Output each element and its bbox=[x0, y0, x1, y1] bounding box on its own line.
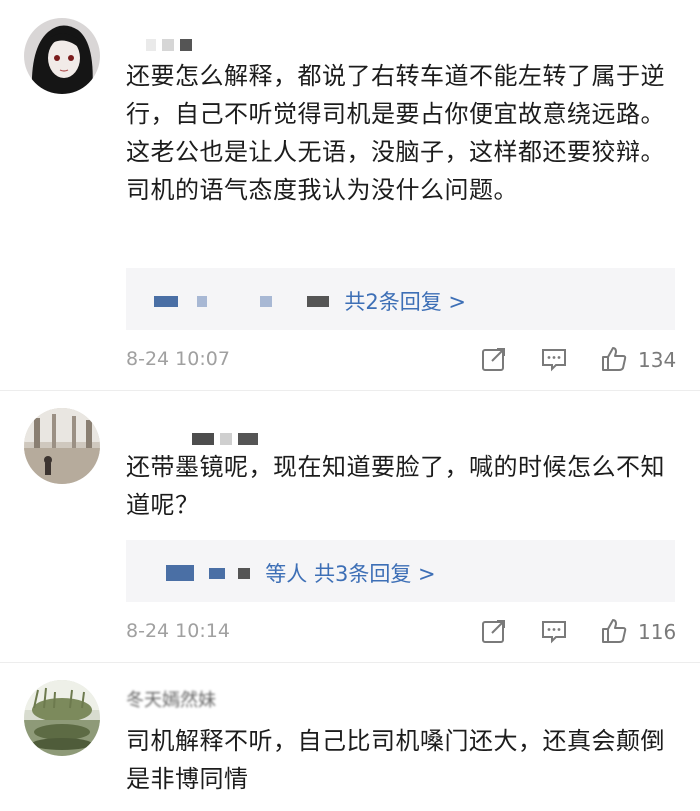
like-count: 116 bbox=[638, 620, 677, 644]
comment-text: 还要怎么解释，都说了右转车道不能左转了属于逆行，自己不听觉得司机是要占你便宜故意… bbox=[126, 62, 665, 204]
share-icon[interactable] bbox=[480, 617, 508, 649]
like-icon[interactable] bbox=[600, 345, 628, 377]
avatar[interactable] bbox=[24, 680, 100, 756]
username-text: 冬天嫣然妹 bbox=[126, 689, 216, 711]
comment-icon[interactable] bbox=[540, 617, 568, 649]
username[interactable]: 冬天嫣然妹 bbox=[126, 690, 222, 712]
reply-username-blurred bbox=[154, 295, 178, 307]
username-blurred[interactable] bbox=[146, 34, 198, 51]
reply-box[interactable]: 共2条回复 > bbox=[126, 268, 675, 330]
comment-icon[interactable] bbox=[540, 345, 568, 377]
comment-text: 还带墨镜呢，现在知道要脸了，喊的时候怎么不知道呢？ bbox=[126, 453, 665, 519]
comment-meta: 8-24 10:07 134 bbox=[126, 345, 677, 377]
view-replies-link[interactable]: 共2条回复 > bbox=[344, 290, 466, 314]
comment-meta: 8-24 10:14 116 bbox=[126, 617, 677, 649]
reply-box[interactable]: 等人 共3条回复 > bbox=[126, 540, 675, 602]
like-icon[interactable] bbox=[600, 617, 628, 649]
timestamp: 8-24 10:07 bbox=[126, 348, 230, 370]
share-icon[interactable] bbox=[480, 345, 508, 377]
reply-username-blurred bbox=[166, 565, 194, 581]
avatar[interactable] bbox=[24, 18, 100, 94]
like-count: 134 bbox=[638, 348, 677, 372]
timestamp: 8-24 10:14 bbox=[126, 620, 230, 642]
comment-text: 司机解释不听，自己比司机嗓门还大，还真会颠倒是非博同情 bbox=[126, 727, 665, 793]
divider bbox=[0, 662, 700, 663]
username-blurred[interactable] bbox=[192, 428, 264, 445]
avatar[interactable] bbox=[24, 408, 100, 484]
divider bbox=[0, 390, 700, 391]
view-replies-link[interactable]: 等人 共3条回复 > bbox=[265, 562, 435, 586]
